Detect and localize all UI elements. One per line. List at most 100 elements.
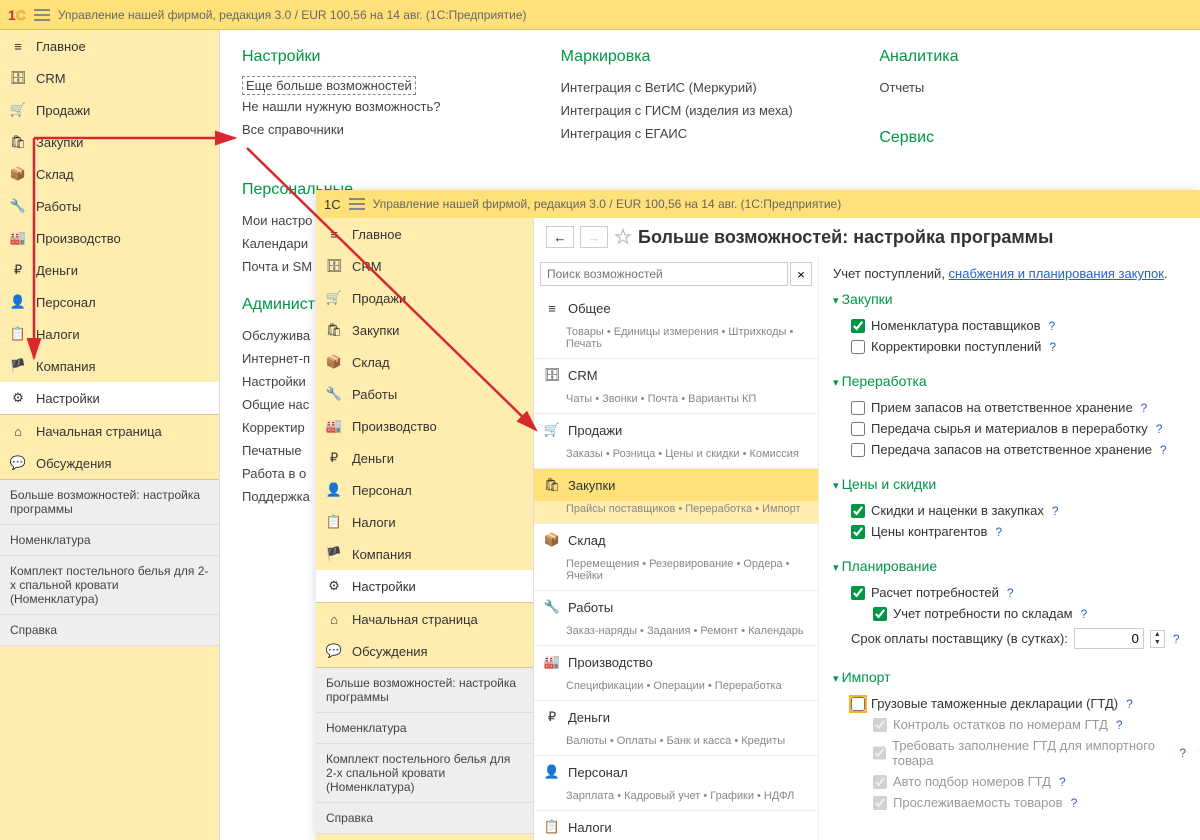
sidebar-item-1[interactable]: 🗄CRM xyxy=(316,250,533,282)
sidebar-item-4[interactable]: 📦Склад xyxy=(0,158,219,190)
open-tab-0[interactable]: Больше возможностей: настройка программы xyxy=(316,668,533,713)
option-g3-0[interactable]: Скидки и наценки в закупках? xyxy=(833,500,1186,521)
help-icon[interactable]: ? xyxy=(1059,775,1066,789)
group-title-g2[interactable]: Переработка xyxy=(833,373,1186,389)
sidebar-item-3[interactable]: 🛍Закупки xyxy=(0,126,219,158)
sidebar-item-8[interactable]: 👤Персонал xyxy=(316,474,533,506)
option-g1-1[interactable]: Корректировки поступлений? xyxy=(833,336,1186,357)
help-icon[interactable]: ? xyxy=(1052,504,1059,518)
sidebar-item-11[interactable]: ⚙Настройки xyxy=(0,382,219,414)
help-icon[interactable]: ? xyxy=(1160,443,1167,457)
help-icon[interactable]: ? xyxy=(1071,796,1078,810)
clear-search-button[interactable]: × xyxy=(790,262,812,286)
category-7[interactable]: ₽ДеньгиВалюты • Оплаты • Банк и касса • … xyxy=(534,701,818,756)
help-icon[interactable]: ? xyxy=(1179,746,1186,760)
link-reports[interactable]: Отчеты xyxy=(879,76,1178,99)
sidebar-item-0[interactable]: ≡Главное xyxy=(316,218,533,250)
open-tab-3[interactable]: Справка xyxy=(0,615,219,646)
forward-button[interactable]: → xyxy=(580,226,608,248)
group-title-g1[interactable]: Закупки xyxy=(833,291,1186,307)
checkbox[interactable] xyxy=(851,422,865,436)
checkbox[interactable] xyxy=(873,607,887,621)
sidebar-item-2[interactable]: 🛒Продажи xyxy=(0,94,219,126)
sidebar-item-9[interactable]: 📋Налоги xyxy=(0,318,219,350)
spin-up[interactable]: ▲ xyxy=(1151,631,1164,639)
sidebar-item-7[interactable]: ₽Деньги xyxy=(0,254,219,286)
link-gism[interactable]: Интеграция с ГИСМ (изделия из меха) xyxy=(561,99,860,122)
checkbox[interactable] xyxy=(851,401,865,415)
open-tab-2[interactable]: Комплект постельного белья для 2-х спаль… xyxy=(316,744,533,803)
help-icon[interactable]: ? xyxy=(1126,697,1133,711)
link-more-features[interactable]: Еще больше возможностей xyxy=(242,76,416,95)
menu-icon[interactable] xyxy=(349,197,365,211)
open-tab-1[interactable]: Номенклатура xyxy=(0,525,219,556)
category-3[interactable]: 🛍ЗакупкиПрайсы поставщиков • Переработка… xyxy=(534,469,818,524)
open-tab-3[interactable]: Справка xyxy=(316,803,533,834)
star-icon[interactable] xyxy=(614,228,632,246)
sidebar-item-7[interactable]: ₽Деньги xyxy=(316,442,533,474)
category-1[interactable]: 🗄CRMЧаты • Звонки • Почта • Варианты КП xyxy=(534,359,818,414)
help-icon[interactable]: ? xyxy=(1141,401,1148,415)
checkbox[interactable] xyxy=(851,525,865,539)
option-g5-0[interactable]: Грузовые таможенные декларации (ГТД)? xyxy=(833,693,1186,714)
help-icon[interactable]: ? xyxy=(1049,340,1056,354)
link-egais[interactable]: Интеграция с ЕГАИС xyxy=(561,122,860,145)
sidebar-item-3[interactable]: 🛍Закупки xyxy=(316,314,533,346)
help-icon[interactable]: ? xyxy=(1049,319,1056,333)
group-title-g3[interactable]: Цены и скидки xyxy=(833,476,1186,492)
group-title-g4[interactable]: Планирование xyxy=(833,558,1186,574)
group-title-g5[interactable]: Импорт xyxy=(833,669,1186,685)
link-missing-feature[interactable]: Не нашли нужную возможность? xyxy=(242,95,541,118)
sidebar-item-1[interactable]: 🗄CRM xyxy=(0,62,219,94)
category-6[interactable]: 🏭ПроизводствоСпецификации • Операции • П… xyxy=(534,646,818,701)
option-g4-1[interactable]: Учет потребности по складам? xyxy=(833,603,1186,624)
checkbox[interactable] xyxy=(851,586,865,600)
spin-down[interactable]: ▼ xyxy=(1151,639,1164,647)
sidebar-item-6[interactable]: 🏭Производство xyxy=(316,410,533,442)
category-2[interactable]: 🛒ПродажиЗаказы • Розница • Цены и скидки… xyxy=(534,414,818,469)
help-icon[interactable]: ? xyxy=(1007,586,1014,600)
sidebar-item-6[interactable]: 🏭Производство xyxy=(0,222,219,254)
sidebar-item-9[interactable]: 📋Налоги xyxy=(316,506,533,538)
help-icon[interactable]: ? xyxy=(1156,422,1163,436)
option-g2-0[interactable]: Прием запасов на ответственное хранение? xyxy=(833,397,1186,418)
category-5[interactable]: 🔧РаботыЗаказ-наряды • Задания • Ремонт •… xyxy=(534,591,818,646)
category-8[interactable]: 👤ПерсоналЗарплата • Кадровый учет • Граф… xyxy=(534,756,818,811)
sidebar-item-11[interactable]: ⚙Настройки xyxy=(316,570,533,602)
help-icon[interactable]: ? xyxy=(1081,607,1088,621)
checkbox[interactable] xyxy=(851,319,865,333)
sidebar-item-1[interactable]: 💬Обсуждения xyxy=(316,635,533,667)
link-vetis[interactable]: Интеграция с ВетИС (Меркурий) xyxy=(561,76,860,99)
sidebar-item-5[interactable]: 🔧Работы xyxy=(0,190,219,222)
checkbox[interactable] xyxy=(851,697,865,711)
help-icon[interactable]: ? xyxy=(1116,718,1123,732)
breadcrumb-link[interactable]: снабжения и планирования закупок xyxy=(949,266,1164,281)
sidebar-item-1[interactable]: 💬Обсуждения xyxy=(0,447,219,479)
checkbox[interactable] xyxy=(851,340,865,354)
back-button[interactable]: ← xyxy=(546,226,574,248)
checkbox[interactable] xyxy=(851,504,865,518)
option-g1-0[interactable]: Номенклатура поставщиков? xyxy=(833,315,1186,336)
menu-icon[interactable] xyxy=(34,8,50,22)
search-input[interactable] xyxy=(540,262,788,286)
sidebar-item-10[interactable]: 🏴Компания xyxy=(0,350,219,382)
link-all-dictionaries[interactable]: Все справочники xyxy=(242,118,541,141)
sidebar-item-0[interactable]: ⌂Начальная страница xyxy=(316,603,533,635)
category-0[interactable]: ≡ОбщееТовары • Единицы измерения • Штрих… xyxy=(534,292,818,359)
sidebar-item-0[interactable]: ⌂Начальная страница xyxy=(0,415,219,447)
category-9[interactable]: 📋НалогиРегламентированная отчетность xyxy=(534,811,818,840)
sidebar-item-0[interactable]: ≡Главное xyxy=(0,30,219,62)
sidebar-item-10[interactable]: 🏴Компания xyxy=(316,538,533,570)
sidebar-item-8[interactable]: 👤Персонал xyxy=(0,286,219,318)
open-tab-1[interactable]: Номенклатура xyxy=(316,713,533,744)
checkbox[interactable] xyxy=(851,443,865,457)
open-tab-0[interactable]: Больше возможностей: настройка программы xyxy=(0,480,219,525)
payment-days-input[interactable] xyxy=(1074,628,1144,649)
category-4[interactable]: 📦СкладПеремещения • Резервирование • Орд… xyxy=(534,524,818,591)
open-tab-2[interactable]: Комплект постельного белья для 2-х спаль… xyxy=(0,556,219,615)
help-icon[interactable]: ? xyxy=(1173,632,1180,646)
option-g3-1[interactable]: Цены контрагентов? xyxy=(833,521,1186,542)
sidebar-item-5[interactable]: 🔧Работы xyxy=(316,378,533,410)
sidebar-item-2[interactable]: 🛒Продажи xyxy=(316,282,533,314)
option-g4-0[interactable]: Расчет потребностей? xyxy=(833,582,1186,603)
